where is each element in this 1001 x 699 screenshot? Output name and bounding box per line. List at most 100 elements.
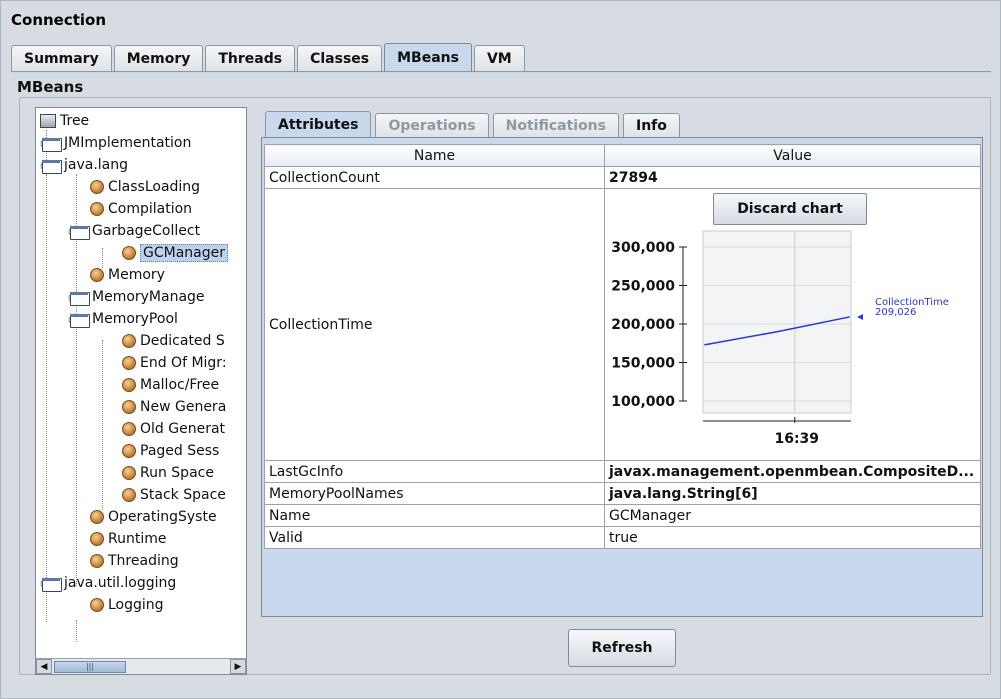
jconsole-window: Connection Summary Memory Threads Classe… — [0, 0, 1001, 699]
table-row[interactable]: Valid true — [264, 526, 981, 549]
tree-item-runtime[interactable]: Runtime — [90, 528, 166, 550]
attribute-name: Valid — [264, 526, 605, 549]
attribute-value[interactable]: java.lang.String[6] — [604, 482, 981, 505]
table-row[interactable]: Name GCManager — [264, 504, 981, 527]
folder-icon — [70, 290, 90, 306]
tree-item-memorymanager[interactable]: ○- MemoryManage — [68, 286, 205, 308]
tree-item-compilation[interactable]: Compilation — [90, 198, 192, 220]
bean-icon — [90, 510, 104, 524]
folder-icon — [42, 136, 62, 152]
table-header-row: Name Value — [264, 144, 981, 167]
tree-root[interactable]: Tree — [40, 110, 89, 132]
chart-y-tick-label: 200,000 — [611, 317, 675, 333]
table-row[interactable]: CollectionCount 27894 — [264, 166, 981, 189]
scroll-left-icon[interactable]: ◀ — [36, 659, 52, 674]
bean-icon — [122, 466, 136, 480]
tree-item-memorypool[interactable]: ○- MemoryPool — [68, 308, 178, 330]
tab-attributes[interactable]: Attributes — [265, 111, 372, 137]
scroll-thumb[interactable]: ||| — [54, 661, 126, 673]
tab-threads[interactable]: Threads — [205, 45, 296, 71]
chart-x-tick-label: 16:39 — [774, 431, 819, 447]
tree-item-garbagecollector[interactable]: ○- GarbageCollect — [68, 220, 200, 242]
tree-item-operatingsystem[interactable]: OperatingSyste — [90, 506, 217, 528]
tab-info[interactable]: Info — [622, 113, 680, 137]
bean-icon — [122, 246, 136, 260]
attribute-name: CollectionCount — [264, 166, 605, 189]
chart-latest-value: 209,026 — [875, 307, 916, 318]
bean-icon — [122, 400, 136, 414]
bean-icon — [122, 444, 136, 458]
tree-item-old-generation[interactable]: Old Generat — [122, 418, 225, 440]
tab-vm[interactable]: VM — [473, 45, 525, 71]
bean-icon — [90, 268, 104, 282]
attribute-value[interactable]: javax.management.openmbean.CompositeD... — [604, 460, 981, 483]
tab-strip-underline — [11, 71, 991, 74]
tree-item-paged-session[interactable]: Paged Sess — [122, 440, 219, 462]
chart-data-point — [704, 343, 706, 346]
collection-time-chart: 300,000 250,000 200,000 150,000 100,000 16:39… — [611, 230, 949, 447]
mbeans-group-label: MBeans — [17, 78, 84, 96]
table-row[interactable]: LastGcInfo javax.management.openmbean.Co… — [264, 460, 981, 483]
attribute-value[interactable]: true — [604, 526, 981, 549]
column-header-value[interactable]: Value — [604, 144, 981, 167]
column-header-name[interactable]: Name — [264, 144, 605, 167]
bean-icon — [90, 180, 104, 194]
tab-classes[interactable]: Classes — [297, 45, 383, 71]
bean-icon — [122, 334, 136, 348]
folder-icon — [42, 576, 62, 592]
tab-memory[interactable]: Memory — [113, 45, 204, 71]
tab-notifications[interactable]: Notifications — [492, 113, 619, 137]
bean-icon — [90, 532, 104, 546]
tree-item-stack-space[interactable]: Stack Space — [122, 484, 226, 506]
tree-item-jmimplementation[interactable]: ○- JMImplementation — [40, 132, 191, 154]
tree-item-classloading[interactable]: ClassLoading — [90, 176, 200, 198]
tree-item-java-lang[interactable]: ○- java.lang — [40, 154, 128, 176]
refresh-button[interactable]: Refresh — [568, 629, 676, 667]
chart-data-point — [776, 330, 778, 333]
table-row[interactable]: MemoryPoolNames java.lang.String[6] — [264, 482, 981, 505]
attributes-panel: Name Value CollectionCount 27894 Collect… — [261, 137, 983, 617]
tab-summary[interactable]: Summary — [11, 45, 112, 71]
tree-item-gcmanager[interactable]: GCManager — [122, 242, 228, 264]
chart-latest-marker — [857, 314, 863, 321]
folder-icon — [70, 312, 90, 328]
tree-horizontal-scrollbar[interactable]: ◀ ||| ▶ — [36, 658, 246, 674]
tree-item-threading[interactable]: Threading — [90, 550, 179, 572]
attribute-tabs: Attributes Operations Notifications Info — [265, 111, 684, 137]
bean-icon — [90, 598, 104, 612]
attribute-name: LastGcInfo — [264, 460, 605, 483]
chart-y-tick-label: 300,000 — [611, 240, 675, 256]
tab-operations[interactable]: Operations — [375, 113, 489, 137]
bean-icon — [90, 554, 104, 568]
attribute-value[interactable]: 27894 — [604, 166, 981, 189]
attributes-table: Name Value CollectionCount 27894 Collect… — [264, 144, 981, 549]
tree-line — [76, 620, 77, 642]
tree-line — [102, 340, 103, 510]
bean-icon — [122, 488, 136, 502]
chart-y-tick-label: 150,000 — [611, 356, 675, 372]
attribute-value[interactable]: GCManager — [604, 504, 981, 527]
bean-icon — [122, 422, 136, 436]
chart-data-point — [848, 316, 850, 318]
tab-mbeans[interactable]: MBeans — [384, 43, 472, 71]
scroll-right-icon[interactable]: ▶ — [230, 659, 246, 674]
tree-item-end-of-migration[interactable]: End Of Migr: — [122, 352, 227, 374]
tree-line — [46, 174, 47, 622]
tree-item-memory[interactable]: Memory — [90, 264, 165, 286]
bean-icon — [90, 202, 104, 216]
window-title: Connection — [11, 11, 107, 29]
bean-icon — [122, 356, 136, 370]
tree-item-malloc-free[interactable]: Malloc/Free — [122, 374, 219, 396]
tree-item-new-generation[interactable]: New Genera — [122, 396, 226, 418]
bean-icon — [122, 378, 136, 392]
tree-item-logging[interactable]: Logging — [90, 594, 164, 616]
folder-icon — [42, 158, 62, 174]
mbean-tree[interactable]: Tree ○- JMImplementation ○- java.lang Cl… — [35, 107, 247, 675]
tree-item-run-space[interactable]: Run Space — [122, 462, 214, 484]
tree-item-java-util-logging[interactable]: ○- java.util.logging — [40, 572, 176, 594]
table-row[interactable]: CollectionTime Discard chart 300,000 250,… — [264, 188, 981, 461]
collection-time-chart-cell: Discard chart 300,000 250,000 200,000 150,0… — [604, 188, 981, 461]
tree-item-dedicated[interactable]: Dedicated S — [122, 330, 225, 352]
tree-root-icon — [40, 114, 56, 128]
attribute-name: CollectionTime — [264, 188, 605, 461]
